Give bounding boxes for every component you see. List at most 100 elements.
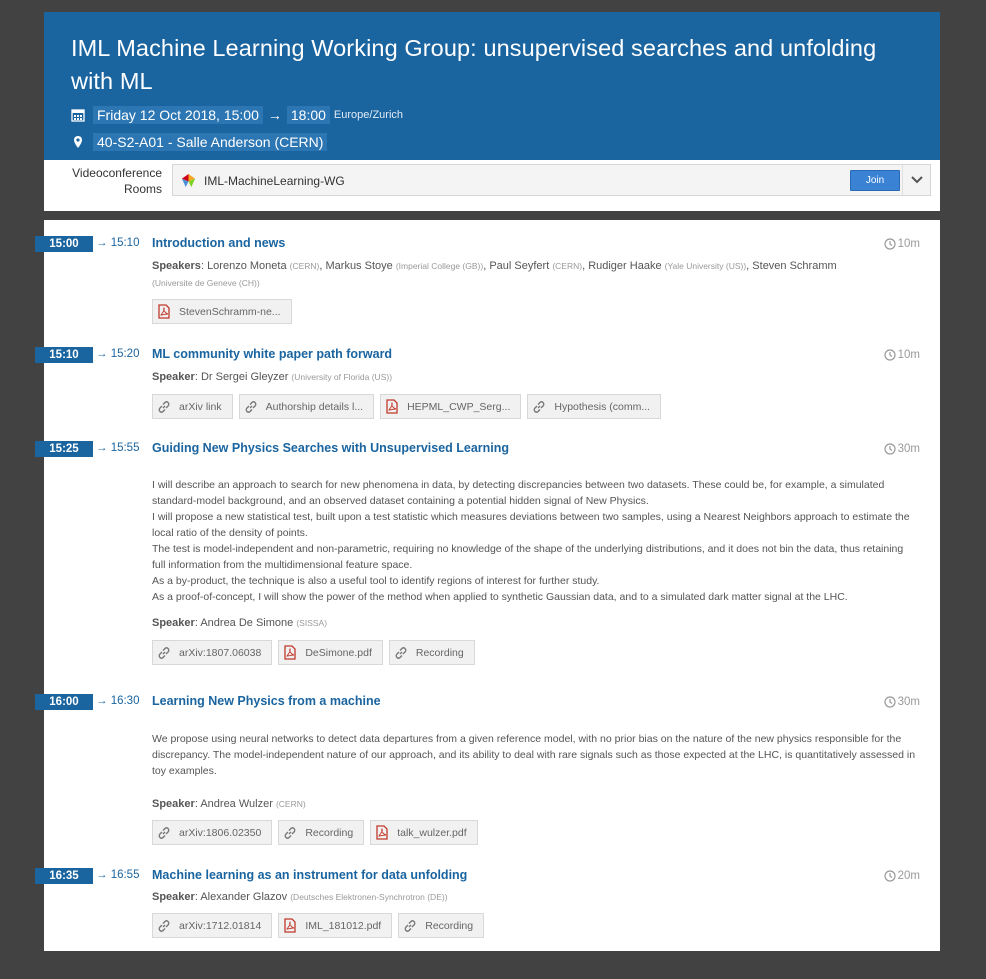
speaker-label: Speaker (152, 891, 195, 903)
entry-end-time: → 15:55 (96, 442, 140, 454)
timetable: 15:00 → 15:10 Introduction and news 10m … (35, 220, 940, 951)
entry-duration-text: 10m (897, 238, 920, 250)
join-button[interactable]: Join (850, 170, 900, 191)
chevron-down-icon (910, 176, 923, 184)
speaker-name: Paul Seyfert (489, 260, 550, 272)
attachment-link[interactable]: Hypothesis (comm... (527, 394, 662, 419)
event-start-date: Friday 12 Oct 2018, 15:00 (93, 106, 263, 124)
clock-icon (884, 870, 896, 882)
date-arrow: → (267, 107, 282, 123)
attachment-link[interactable]: Recording (398, 913, 485, 938)
entry-duration: 20m (884, 870, 920, 882)
attachment-link[interactable]: Authorship details l... (238, 394, 375, 419)
attachment-label: DeSimone.pdf (305, 646, 372, 659)
attachment-link[interactable]: arXiv link (152, 394, 233, 419)
speaker-name: Alexander Glazov (200, 891, 288, 903)
clock-icon (884, 696, 896, 708)
clock-icon (884, 443, 896, 455)
attachment-link[interactable]: arXiv:1712.01814 (152, 913, 273, 938)
videoconference-label-line1: Videoconference (72, 166, 162, 180)
speaker-affiliation: (CERN) (289, 261, 320, 271)
speaker-affiliation: (Imperial College (GB)) (395, 261, 484, 271)
videoconference-label: Videoconference Rooms (54, 165, 162, 197)
entry-title[interactable]: Introduction and news (152, 236, 285, 250)
attachment-label: Authorship details l... (265, 400, 364, 413)
vidyo-logo-icon (181, 173, 196, 188)
link-icon (533, 400, 545, 413)
attachment-pdf[interactable]: HEPML_CWP_Serg... (380, 394, 522, 419)
link-icon (158, 646, 170, 659)
attachment-link[interactable]: Recording (388, 640, 475, 665)
entry-speakers: Speaker: Alexander Glazov (Deutsches Ele… (152, 891, 448, 903)
entry-attachments: arXiv:1807.06038 DeSimone.pdf Recording (152, 640, 481, 665)
attachment-pdf[interactable]: talk_wulzer.pdf (370, 820, 478, 845)
entry-abstract: I will describe an approach to search fo… (152, 477, 916, 605)
entry-start-time: 15:25 (35, 441, 93, 457)
event-title: IML Machine Learning Working Group: unsu… (71, 35, 877, 94)
speaker-label: Speaker (152, 798, 195, 810)
event-date-row: Friday 12 Oct 2018, 15:00 → 18:00 Europe… (71, 106, 403, 124)
videoconference-room-box[interactable]: IML-MachineLearning-WG Join (172, 164, 931, 196)
event-location[interactable]: 40-S2-A01 - Salle Anderson (CERN) (93, 133, 328, 151)
attachment-pdf[interactable]: DeSimone.pdf (278, 640, 383, 665)
speaker-name: Markus Stoye (325, 260, 393, 272)
entry-title[interactable]: Learning New Physics from a machine (152, 694, 381, 708)
link-icon (158, 826, 170, 839)
speaker-name: Andrea De Simone (200, 617, 294, 629)
entry-title[interactable]: ML community white paper path forward (152, 347, 392, 361)
abstract-paragraph: The test is model-independent and non-pa… (152, 543, 904, 571)
attachment-label: arXiv:1807.06038 (179, 646, 262, 659)
event-location-row: 40-S2-A01 - Salle Anderson (CERN) (71, 133, 328, 151)
speaker-affiliation: (Yale University (US)) (664, 261, 747, 271)
clock-icon (884, 349, 896, 361)
entry-start-time: 16:35 (35, 868, 93, 884)
speaker-affiliation: (Universite de Geneve (CH)) (152, 278, 260, 288)
attachment-label: Recording (415, 646, 464, 659)
calendar-icon (71, 109, 85, 122)
attachment-label: StevenSchramm-ne... (179, 305, 281, 318)
speaker-label: Speaker (152, 617, 195, 629)
entry-duration: 10m (884, 349, 920, 361)
entry-end-time: → 15:10 (96, 237, 140, 249)
entry-end-time: → 16:55 (96, 869, 140, 881)
abstract-paragraph: As a by-product, the technique is also a… (152, 575, 600, 587)
location-pin-icon (74, 136, 82, 148)
entry-start-time: 16:00 (35, 694, 93, 710)
event-end-time: 18:00 (286, 106, 330, 124)
pdf-file-icon (376, 825, 388, 840)
videoconference-expand[interactable] (902, 165, 930, 195)
attachment-label: Recording (425, 919, 474, 932)
attachment-label: arXiv link (179, 400, 222, 413)
entry-end-time: → 15:20 (96, 348, 140, 360)
speaker-affiliation: (Deutsches Elektronen-Synchrotron (DE)) (290, 892, 448, 902)
entry-title[interactable]: Machine learning as an instrument for da… (152, 868, 467, 882)
entry-duration: 30m (884, 696, 920, 708)
attachment-link[interactable]: arXiv:1807.06038 (152, 640, 273, 665)
pdf-file-icon (284, 918, 296, 933)
link-icon (284, 826, 296, 839)
speaker-affiliation: (CERN) (275, 799, 306, 809)
attachment-pdf[interactable]: StevenSchramm-ne... (152, 299, 292, 324)
attachment-pdf[interactable]: IML_181012.pdf (278, 913, 393, 938)
link-icon (404, 919, 416, 932)
abstract-paragraph: We propose using neural networks to dete… (152, 733, 916, 777)
pdf-file-icon (158, 304, 170, 319)
speaker-name: Lorenzo Moneta (207, 260, 287, 272)
entry-duration: 10m (884, 238, 920, 250)
link-icon (395, 646, 407, 659)
attachment-label: IML_181012.pdf (305, 919, 382, 932)
abstract-paragraph: I will propose a new statistical test, b… (152, 511, 910, 539)
clock-icon (884, 238, 896, 250)
event-timezone: Europe/Zurich (333, 109, 404, 121)
link-icon (158, 400, 170, 413)
speaker-affiliation: (University of Florida (US)) (291, 372, 393, 382)
attachment-link[interactable]: arXiv:1806.02350 (152, 820, 273, 845)
entry-abstract: We propose using neural networks to dete… (152, 731, 916, 779)
attachment-link[interactable]: Recording (278, 820, 365, 845)
videoconference-room-name: IML-MachineLearning-WG (204, 174, 345, 188)
entry-title[interactable]: Guiding New Physics Searches with Unsupe… (152, 441, 509, 455)
speaker-label: Speakers (152, 260, 201, 272)
entry-speakers: Speaker: Dr Sergei Gleyzer (University o… (152, 371, 393, 383)
entry-attachments: StevenSchramm-ne... (152, 299, 298, 324)
attachment-label: Hypothesis (comm... (554, 400, 651, 413)
